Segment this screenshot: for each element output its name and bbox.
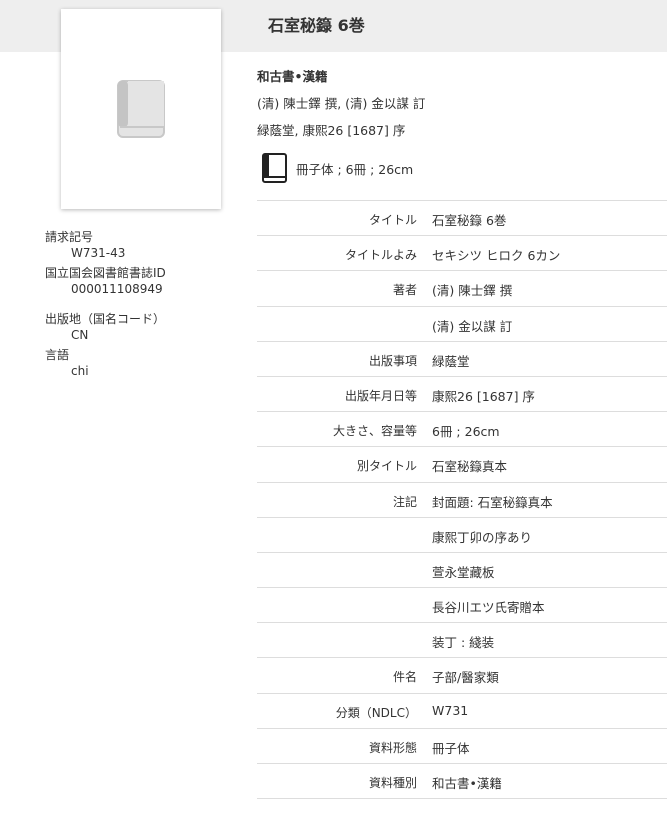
identifier-label: 請求記号	[45, 230, 94, 244]
identifier-value: chi	[71, 364, 89, 378]
detail-value: 封面題: 石室秘籙真本	[432, 494, 553, 510]
identifier-label: 出版地（国名コード）	[45, 312, 166, 326]
detail-key: 大きさ、容量等	[332, 424, 417, 439]
identifier-item: 国立国会図書館書誌ID 000011108949	[45, 265, 245, 297]
detail-key	[257, 623, 417, 633]
format-line: 冊子体 ; 6冊 ; 26cm	[257, 153, 667, 183]
detail-row: タイトル 石室秘籙 6巻	[257, 201, 667, 237]
detail-row: 萱永堂藏板	[257, 553, 667, 589]
book-icon	[262, 153, 287, 183]
detail-value: 長谷川エツ氏寄贈本	[432, 600, 545, 616]
detail-key: 別タイトル	[356, 459, 417, 474]
book-thumbnail	[61, 9, 221, 209]
detail-key: 件名	[392, 670, 417, 685]
detail-key: タイトル	[368, 213, 417, 227]
identifier-value: CN	[71, 328, 89, 342]
detail-value: 石室秘籙真本	[432, 459, 508, 475]
detail-value: 冊子体	[432, 740, 470, 756]
detail-row: 大きさ、容量等 6冊 ; 26cm	[257, 412, 667, 448]
detail-row: 資料形態 冊子体	[257, 729, 667, 764]
identifier-label: 言語	[45, 348, 70, 362]
format-text: 冊子体 ; 6冊 ; 26cm	[296, 161, 414, 177]
identifier-list: 請求記号 W731-43 国立国会図書館書誌ID 000011108949 出版…	[45, 229, 245, 381]
detail-key: 著者	[392, 283, 417, 298]
record-summary: 和古書•漢籍 (清) 陳士鐸 撰, (清) 金以謀 訂 緑蔭堂, 康熙26 [1…	[257, 68, 667, 183]
author-line: (清) 陳士鐸 撰, (清) 金以謀 訂	[257, 96, 426, 111]
detail-key: 出版事項	[368, 353, 417, 368]
detail-row: 出版年月日等 康熙26 [1687] 序	[257, 377, 667, 413]
detail-key: 注記	[392, 494, 417, 509]
book-icon	[117, 80, 165, 138]
detail-key: 出版年月日等	[344, 388, 417, 403]
detail-value: 康熙丁卯の序あり	[432, 529, 533, 545]
detail-key: タイトルよみ	[344, 248, 417, 263]
detail-row: 長谷川エツ氏寄贈本	[257, 588, 667, 624]
detail-key: 分類（NDLC）	[335, 705, 417, 720]
detail-row: 件名 子部/醫家類	[257, 658, 667, 694]
detail-key	[257, 553, 417, 563]
detail-value: セキシツ ヒロク 6カン	[432, 248, 561, 264]
material-type: 和古書•漢籍	[257, 69, 328, 84]
publisher-line: 緑蔭堂, 康熙26 [1687] 序	[257, 123, 406, 138]
detail-row: 分類（NDLC） W731	[257, 694, 667, 729]
detail-row: 資料種別 和古書•漢籍	[257, 764, 667, 800]
detail-row: 著者 (清) 陳士鐸 撰	[257, 271, 667, 307]
detail-key: 資料種別	[368, 776, 417, 790]
detail-value: 子部/醫家類	[432, 670, 499, 686]
identifier-label: 国立国会図書館書誌ID	[45, 266, 166, 280]
bibliographic-details-table: タイトル 石室秘籙 6巻タイトルよみ セキシツ ヒロク 6カン著者 (清) 陳士鐸 撰…	[257, 200, 667, 800]
detail-row: 別タイトル 石室秘籙真本	[257, 447, 667, 483]
detail-row: 装丁 : 綫装	[257, 623, 667, 659]
detail-value: 康熙26 [1687] 序	[432, 388, 535, 404]
detail-key	[257, 588, 417, 598]
detail-value: 石室秘籙 6巻	[432, 213, 507, 228]
detail-value: 緑蔭堂	[432, 353, 470, 369]
page-title: 石室秘籙 6巻	[268, 16, 365, 35]
detail-row: タイトルよみ セキシツ ヒロク 6カン	[257, 236, 667, 272]
identifier-item: 言語 chi	[45, 347, 245, 379]
identifier-item: 請求記号 W731-43	[45, 229, 245, 261]
detail-row: 注記 封面題: 石室秘籙真本	[257, 483, 667, 518]
detail-value: 和古書•漢籍	[432, 776, 502, 791]
detail-value: (清) 陳士鐸 撰	[432, 283, 513, 299]
detail-key	[257, 518, 417, 528]
detail-key: 資料形態	[368, 740, 417, 755]
identifier-value: W731-43	[71, 246, 126, 260]
detail-value: 萱永堂藏板	[432, 564, 495, 580]
detail-value: (清) 金以謀 訂	[432, 318, 513, 334]
detail-row: 出版事項 緑蔭堂	[257, 342, 667, 377]
detail-row: 康熙丁卯の序あり	[257, 518, 667, 553]
detail-key	[257, 307, 417, 317]
detail-value: W731	[432, 702, 469, 718]
detail-row: (清) 金以謀 訂	[257, 307, 667, 342]
identifier-item: 出版地（国名コード） CN	[45, 311, 245, 343]
detail-value: 6冊 ; 26cm	[432, 424, 500, 440]
detail-value: 装丁 : 綫装	[432, 635, 495, 651]
identifier-value: 000011108949	[71, 282, 163, 296]
